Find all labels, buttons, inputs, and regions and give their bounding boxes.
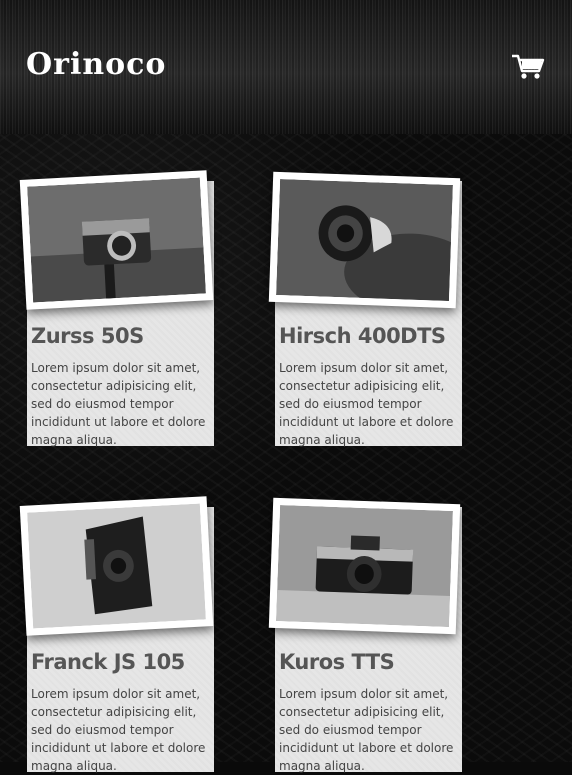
product-photo [19,170,214,310]
site-header: Orinoco [0,0,572,134]
product-description: Lorem ipsum dolor sit amet, consectetur … [279,361,454,447]
product-card[interactable]: Franck JS 105 Lorem ipsum dolor sit amet… [19,496,214,773]
product-card[interactable]: Kuros TTS Lorem ipsum dolor sit amet, co… [268,497,462,773]
product-card[interactable]: Zurss 50S Lorem ipsum dolor sit amet, co… [19,170,214,447]
shopping-cart-icon[interactable] [511,53,545,81]
product-photo [19,496,214,636]
product-photo [268,497,461,635]
product-title[interactable]: Zurss 50S [31,324,144,348]
product-photo [268,171,461,309]
product-grid: Zurss 50S Lorem ipsum dolor sit amet, co… [0,134,572,773]
site-logo[interactable]: Orinoco [26,47,166,82]
camera-image [27,177,206,303]
camera-image [27,503,206,629]
camera-image [276,505,453,627]
product-description: Lorem ipsum dolor sit amet, consectetur … [31,361,206,447]
camera-image [276,179,453,301]
product-card[interactable]: Hirsch 400DTS Lorem ipsum dolor sit amet… [268,171,462,447]
product-title[interactable]: Franck JS 105 [31,650,185,674]
product-title[interactable]: Kuros TTS [279,650,395,674]
product-title[interactable]: Hirsch 400DTS [279,324,446,348]
